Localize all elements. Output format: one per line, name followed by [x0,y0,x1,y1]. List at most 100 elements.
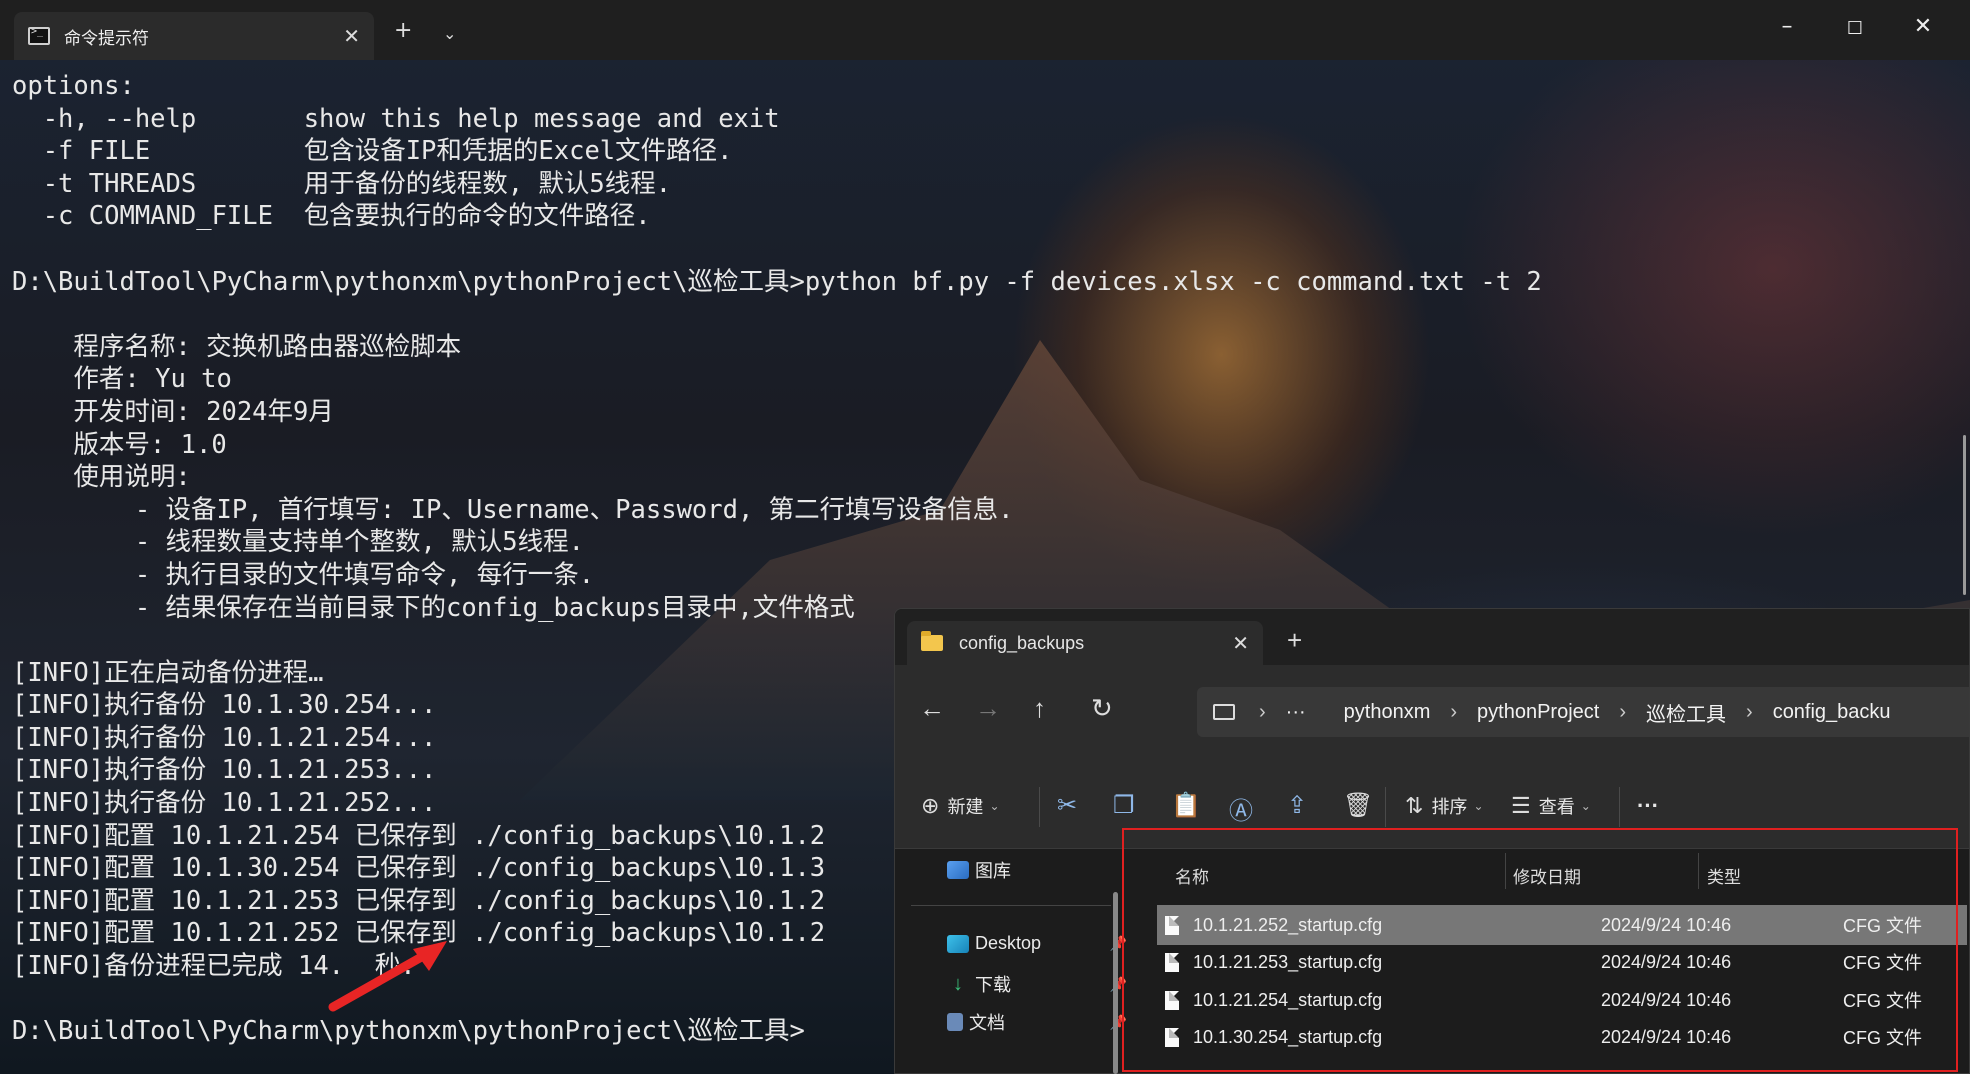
sidebar-item-label: Desktop [975,933,1042,953]
document-icon [947,1013,963,1031]
breadcrumb-pythonxm[interactable]: pythonxm [1344,701,1431,724]
chevron-down-icon: ⌄ [1580,799,1591,813]
sidebar-item-gallery[interactable]: 图库 [947,857,1011,883]
file-type: CFG 文件 [1843,953,1922,973]
file-name: 10.1.21.252_startup.cfg [1193,914,1383,935]
delete-icon[interactable]: 🗑 [1343,791,1373,820]
chevron-down-icon: ⌄ [1473,799,1484,813]
console-line: -c COMMAND_FILE 包含要执行的命令的文件路径. [12,201,651,232]
sidebar-item-label: 图库 [975,861,1011,881]
explorer-scrollbar[interactable] [1113,892,1118,1074]
close-window-icon[interactable]: ✕ [1908,14,1938,39]
sidebar-divider [911,905,1111,906]
chevron-down-icon[interactable]: ⌄ [443,24,456,43]
terminal-scrollbar[interactable] [1963,435,1966,595]
explorer-toolbar: ⊕ 新建 ⌄ ✂ ❐ 📋 Ⓐ ⇪ 🗑 ⇅ 排序 ⌄ ☰ 查看 ⌄ ··· [895,753,1969,849]
tab-config-backups[interactable]: config_backups ✕ [907,621,1263,665]
refresh-icon[interactable]: ↻ [1091,693,1113,724]
column-header-date[interactable]: 修改日期 [1513,863,1581,888]
console-line: -f FILE 包含设备IP和凭据的Excel文件路径. [12,136,733,167]
breadcrumb-separator-icon: › [1450,700,1458,723]
new-tab-icon[interactable]: + [394,18,412,43]
tab-command-prompt[interactable]: 命令提示符 ✕ [14,12,374,60]
chevron-down-icon: ⌄ [989,799,1000,813]
download-icon: ↓ [953,973,963,995]
navigation-pane: 图库 Desktop 📌 ↓ 下载 📌 文档 📌 [895,849,1127,1073]
file-type: CFG 文件 [1843,916,1922,936]
back-arrow-icon[interactable]: ← [919,693,945,724]
explorer-tabbar: config_backups ✕ + [895,609,1969,665]
breadcrumb-more[interactable]: ··· [1286,701,1306,724]
console-line: -h, --help show this help message and ex… [12,103,780,134]
close-tab-icon[interactable]: ✕ [343,24,360,48]
breadcrumb-config-backups[interactable]: config_backu [1773,701,1891,724]
minimize-icon[interactable]: – [1772,14,1802,39]
console-line: -t THREADS 用于备份的线程数, 默认5线程. [12,168,672,199]
file-icon [1165,990,1179,1010]
forward-arrow-icon[interactable]: → [975,693,1001,724]
column-header-type[interactable]: 类型 [1707,863,1741,888]
toolbar-divider [1385,787,1386,827]
tab-label: 命令提示符 [64,28,149,49]
sidebar-item-documents[interactable]: 文档 📌 [947,1009,1127,1035]
more-options-icon[interactable]: ··· [1637,793,1659,819]
share-icon[interactable]: ⇪ [1287,791,1307,820]
up-arrow-icon[interactable]: ↑ [1033,693,1046,724]
close-tab-icon[interactable]: ✕ [1232,631,1249,656]
file-row[interactable]: 10.1.21.254_startup.cfg 2024/9/24 10:46 … [1157,980,1967,1020]
column-header-name[interactable]: 名称 [1175,863,1209,888]
copy-icon[interactable]: ❐ [1113,791,1135,820]
file-name: 10.1.21.253_startup.cfg [1193,951,1383,972]
new-button[interactable]: ⊕ 新建 ⌄ [921,793,1000,819]
breadcrumb-separator-icon: › [1259,700,1266,723]
file-list: 名称 修改日期 类型 10.1.21.252_startup.cfg 2024/… [1127,849,1969,1073]
console-line: - 设备IP, 首行填写: IP、Username、Password, 第二行填… [12,494,1014,525]
console-line: 作者: Yu to [12,364,232,395]
console-line: 程序名称: 交换机路由器巡检脚本 [12,331,462,362]
file-type: CFG 文件 [1843,1028,1922,1048]
file-type: CFG 文件 [1843,991,1922,1011]
view-list-icon: ☰ [1511,793,1531,818]
file-row[interactable]: 10.1.21.253_startup.cfg 2024/9/24 10:46 … [1157,942,1967,982]
column-divider[interactable] [1698,853,1699,889]
plus-circle-icon: ⊕ [921,793,940,818]
terminal-icon [28,26,50,45]
toolbar-divider [1039,787,1040,827]
cut-icon[interactable]: ✂ [1057,791,1077,820]
sidebar-item-desktop[interactable]: Desktop 📌 [947,933,1127,954]
paste-icon[interactable]: 📋 [1171,791,1201,820]
address-bar[interactable]: › ··· pythonxm › pythonProject › 巡检工具 › … [1197,687,1969,737]
computer-icon [1213,704,1235,720]
explorer-navbar: ← → ↑ ↻ › ··· pythonxm › pythonProject ›… [895,665,1969,753]
column-divider[interactable] [1505,853,1506,889]
sidebar-item-label: 下载 [975,975,1011,995]
tab-label: config_backups [959,632,1085,653]
folder-icon [921,631,943,651]
breadcrumb-separator-icon: › [1746,700,1753,723]
sidebar-item-downloads[interactable]: ↓ 下载 📌 [947,971,1127,997]
file-icon [1165,1027,1179,1047]
new-tab-icon[interactable]: + [1287,625,1302,656]
file-explorer-window: config_backups ✕ + ← → ↑ ↻ › ··· pythonx… [894,608,1970,1074]
breadcrumb-pythonproject[interactable]: pythonProject [1477,701,1599,724]
view-button[interactable]: ☰ 查看 ⌄ [1511,793,1591,819]
sort-label: 排序 [1431,797,1468,817]
new-label: 新建 [947,797,984,817]
console-line: 版本号: 1.0 [12,429,227,460]
console-line: 开发时间: 2024年9月 [12,396,334,427]
desktop-icon [947,934,969,953]
breadcrumb-inspection-tool[interactable]: 巡检工具 [1646,698,1726,727]
file-row[interactable]: 10.1.30.254_startup.cfg 2024/9/24 10:46 … [1157,1017,1967,1057]
file-icon [1165,952,1179,972]
rename-icon[interactable]: Ⓐ [1229,791,1253,826]
sort-button[interactable]: ⇅ 排序 ⌄ [1405,793,1484,819]
maximize-icon[interactable]: ☐ [1840,18,1870,39]
file-date: 2024/9/24 10:46 [1601,914,1732,935]
file-icon [1165,915,1179,935]
file-name: 10.1.21.254_startup.cfg [1193,989,1383,1010]
view-label: 查看 [1538,797,1575,817]
file-date: 2024/9/24 10:46 [1601,1026,1732,1047]
file-row[interactable]: 10.1.21.252_startup.cfg 2024/9/24 10:46 … [1157,905,1967,945]
